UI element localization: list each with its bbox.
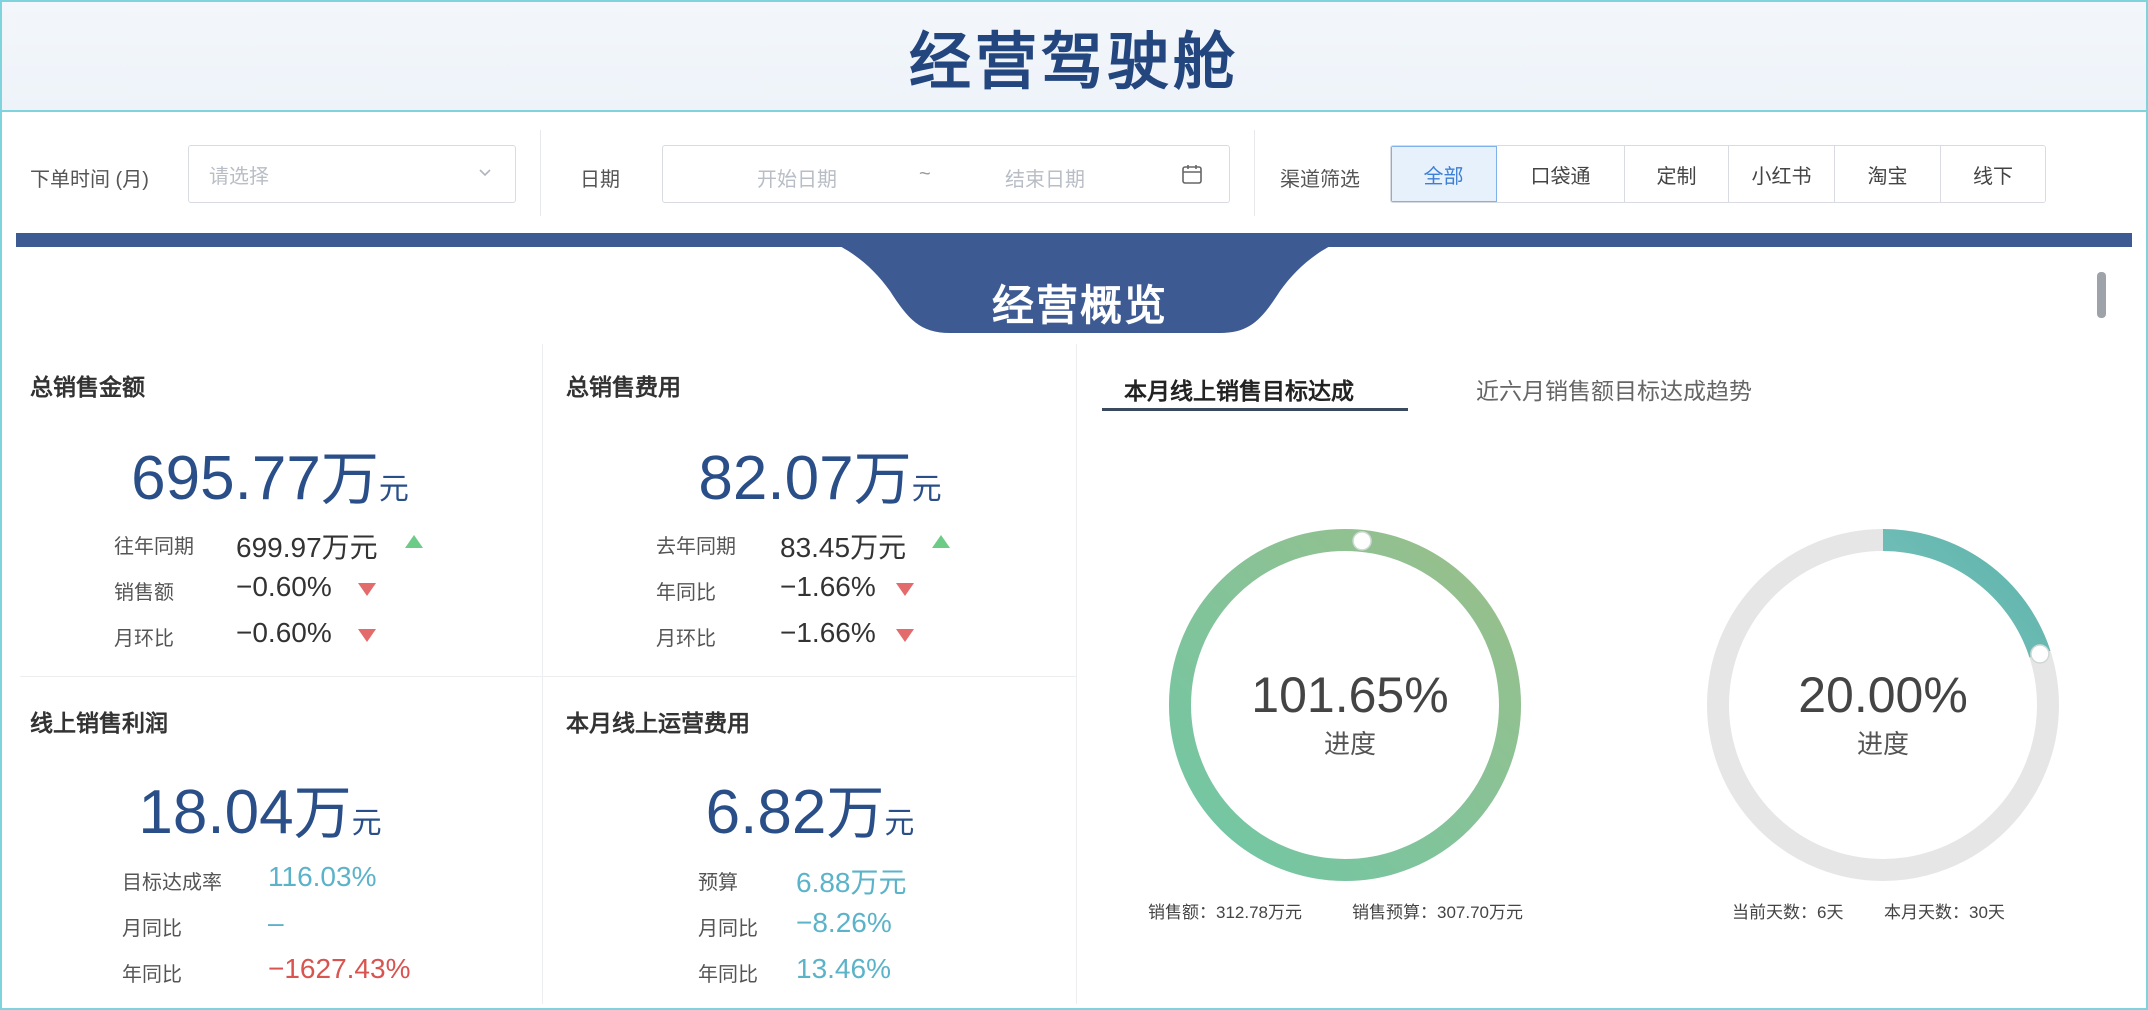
row-value: 83.45万元 [780, 532, 907, 563]
channel-option-offline[interactable]: 线下 [1941, 146, 2045, 202]
gauge-percent: 20.00% [1798, 667, 1968, 723]
kpi-value: 82.07万元 [660, 432, 980, 516]
gauge-foot-month-days: 本月天数：30天 [1884, 903, 2005, 922]
gauge-foot-current-days: 当前天数：6天 [1732, 903, 1844, 922]
gauge-knob [1352, 531, 1372, 551]
trend-down-icon [896, 629, 914, 642]
kpi-unit: 万 [320, 447, 379, 512]
trend-down-icon [358, 629, 376, 642]
kpi-unit: 万 [826, 781, 885, 846]
row-value: −1.66% [780, 571, 876, 602]
kpi-unit: 万 [293, 781, 352, 846]
channel-option-koudaitong[interactable]: 口袋通 [1497, 146, 1625, 202]
date-start-input[interactable]: 开始日期 [757, 163, 837, 192]
kpi-number: 695.77 [131, 444, 321, 513]
kpi-unit: 元 [378, 473, 409, 506]
row-label: 月同比 [698, 918, 758, 940]
row-label: 目标达成率 [122, 872, 222, 894]
date-end-input[interactable]: 结束日期 [1005, 163, 1085, 192]
channel-option-xiaohongshu[interactable]: 小红书 [1729, 146, 1835, 202]
order-time-label: 下单时间 (月) [30, 169, 149, 191]
row-value: 13.46% [796, 953, 891, 984]
kpi-unit: 元 [884, 807, 915, 840]
gauge-sub-label: 进度 [1856, 729, 1909, 759]
kpi-number: 18.04 [138, 778, 294, 847]
gauge-foot-sales: 销售额：312.78万元 [1148, 903, 1302, 922]
filter-divider [540, 130, 541, 216]
row-value: −0.60% [236, 617, 332, 648]
grid-divider [1076, 344, 1077, 1004]
row-value: – [268, 907, 284, 938]
tab-active-underline [1102, 408, 1408, 411]
tab-monthly-target[interactable]: 本月线上销售目标达成 [1124, 372, 1354, 406]
row-label: 预算 [698, 872, 738, 894]
order-time-placeholder: 请选择 [209, 165, 269, 188]
kpi-unit: 元 [911, 473, 942, 506]
row-value: 116.03% [268, 861, 377, 892]
overview-title: 经营概览 [991, 281, 1168, 330]
channel-label: 渠道筛选 [1280, 169, 1360, 191]
row-label: 年同比 [122, 964, 182, 986]
kpi-unit: 元 [351, 807, 382, 840]
card-title: 总销售金额 [30, 374, 145, 400]
title-bar: 经营驾驶舱 [2, 2, 2146, 112]
gauge-foot-budget: 销售预算：307.70万元 [1352, 903, 1523, 922]
tab-six-month-trend[interactable]: 近六月销售额目标达成趋势 [1476, 372, 1752, 406]
channel-option-all[interactable]: 全部 [1391, 146, 1497, 202]
channel-segmented-control: 全部 口袋通 定制 小红书 淘宝 线下 [1390, 145, 2046, 203]
kpi-value: 6.82万元 [680, 766, 940, 850]
kpi-number: 6.82 [705, 778, 827, 847]
row-value: −0.60% [236, 571, 332, 602]
row-label: 月环比 [114, 628, 174, 650]
row-value: 6.88万元 [796, 867, 907, 898]
trend-down-icon [896, 583, 914, 596]
order-time-select[interactable]: 请选择 [188, 145, 516, 203]
row-label: 月环比 [656, 628, 716, 650]
trend-down-icon [358, 583, 376, 596]
kpi-number: 82.07 [698, 444, 854, 513]
grid-divider [20, 676, 1076, 677]
kpi-unit: 万 [853, 447, 912, 512]
row-value: −1627.43% [268, 953, 411, 984]
row-value: −1.66% [780, 617, 876, 648]
scrollbar-thumb[interactable] [2097, 272, 2106, 318]
kpi-value: 695.77万元 [100, 432, 440, 516]
trend-up-icon [405, 535, 423, 548]
card-title: 线上销售利润 [30, 710, 168, 736]
chevron-down-icon [479, 169, 491, 177]
gauge-knob [2030, 644, 2050, 664]
row-value: 699.97万元 [236, 532, 378, 563]
trend-up-icon [932, 535, 950, 548]
row-label: 往年同期 [114, 536, 194, 558]
card-title: 总销售费用 [566, 374, 681, 400]
filter-divider [1254, 130, 1255, 216]
row-value: −8.26% [796, 907, 892, 938]
row-label: 销售额 [114, 582, 174, 604]
channel-option-custom[interactable]: 定制 [1625, 146, 1729, 202]
date-label: 日期 [580, 169, 620, 191]
page-title: 经营驾驶舱 [908, 25, 1239, 98]
date-range-picker[interactable]: 开始日期 ~ 结束日期 [662, 145, 1230, 203]
row-label: 去年同期 [656, 536, 736, 558]
grid-divider [542, 344, 543, 1004]
channel-option-taobao[interactable]: 淘宝 [1835, 146, 1941, 202]
row-label: 月同比 [122, 918, 182, 940]
calendar-icon[interactable] [1181, 163, 1203, 185]
row-label: 年同比 [656, 582, 716, 604]
date-separator: ~ [919, 163, 931, 185]
card-title: 本月线上运营费用 [566, 710, 750, 736]
kpi-value: 18.04万元 [110, 766, 410, 850]
row-label: 年同比 [698, 964, 758, 986]
gauge-percent: 101.65% [1251, 667, 1449, 723]
gauge-sub-label: 进度 [1323, 729, 1376, 759]
